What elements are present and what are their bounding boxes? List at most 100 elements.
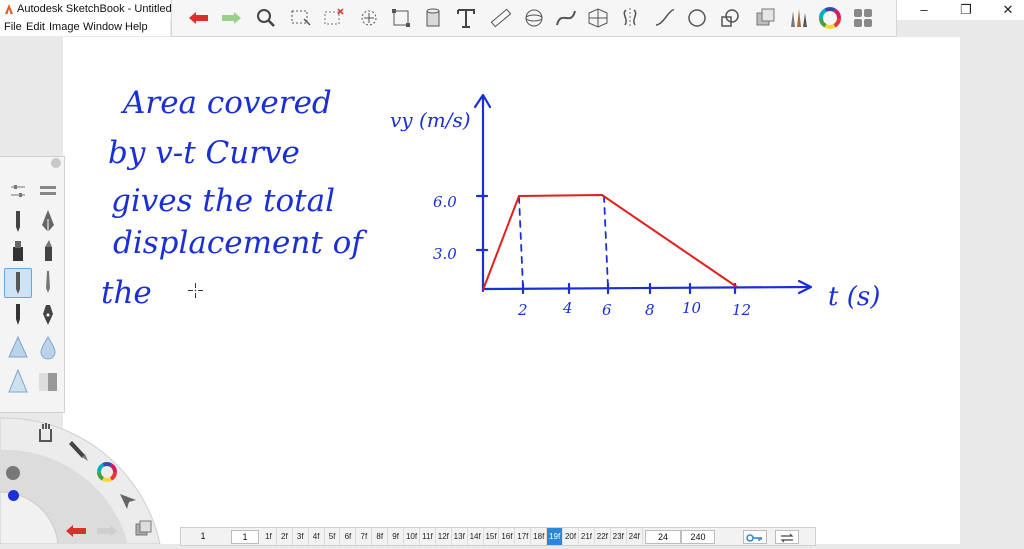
animation-timeline: 1 1 1f 2f 3f 4f 5f 6f 7f 8f 9f 10f 11f 12f 13f 14f 15f… [180,527,816,546]
curve-icon[interactable] [652,5,678,31]
shape-icon[interactable] [717,5,743,31]
y-tick-label-3: 3.0 [433,245,457,263]
timeline-frame-3f[interactable]: 3f [293,528,309,545]
hand-tool-icon[interactable] [36,421,56,445]
fine-pen-brush-icon[interactable] [35,268,61,296]
color-puck-icon[interactable] [96,461,118,483]
timeline-frame-19f[interactable]: 19f [547,528,564,545]
timeline-frame-1f[interactable]: 1f [261,528,277,545]
timeline-frame-6f[interactable]: 6f [341,528,357,545]
ink-pen-brush-icon[interactable] [35,207,61,235]
lagoon-undo-icon[interactable] [64,520,88,542]
nib-pen-brush-icon[interactable] [35,300,61,328]
fps-field[interactable]: 24 [645,530,681,544]
select-icon[interactable] [288,5,314,31]
select-arrow-icon[interactable] [117,489,139,511]
timeline-frame-4f[interactable]: 4f [309,528,325,545]
chisel-marker-icon[interactable] [35,237,61,265]
x-axis-label: t (s) [828,282,880,312]
note-line-5: the [101,275,152,311]
ballpoint-pen-brush-icon[interactable] [4,268,32,298]
menu-help[interactable]: Help [125,21,148,33]
menu-window[interactable]: Window [83,21,122,33]
timeline-frame-13f[interactable]: 13f [452,528,468,545]
timeline-frame-11f[interactable]: 11f [420,528,436,545]
crop-icon[interactable] [320,5,346,31]
x-tick-label-10: 10 [682,299,702,317]
timeline-frame-20f[interactable]: 20f [563,528,579,545]
lagoon-layers-icon[interactable] [133,518,155,540]
timeline-frame-5f[interactable]: 5f [325,528,341,545]
perspective-icon[interactable] [585,5,611,31]
total-frames-field[interactable]: 240 [681,530,715,544]
redo-icon[interactable] [218,5,244,31]
timeline-frame-8f[interactable]: 8f [372,528,389,545]
x-tick-label-6: 6 [602,301,612,319]
timeline-frame-16f[interactable]: 16f [500,528,516,545]
timeline-frame-18f[interactable]: 18f [531,528,548,545]
smudge-brush-icon[interactable] [35,333,61,361]
x-axis [481,285,811,291]
x-tick-label-8: 8 [645,301,655,319]
lagoon-redo-icon[interactable] [95,520,119,542]
undo-icon[interactable] [186,5,212,31]
window-title: Autodesk SketchBook - Untitled @ 2 [17,3,196,15]
start-frame-field[interactable]: 1 [231,530,259,544]
timeline-frame-9f[interactable]: 9f [388,528,405,545]
distort-icon[interactable] [388,5,414,31]
main-toolbar [171,0,897,37]
start-frame-label: 1 [200,531,206,541]
velocity-curve [482,194,738,291]
brush-size-puck-icon[interactable] [6,466,20,480]
x-tick-label-2: 2 [517,301,528,319]
drop-line-t6 [603,195,609,288]
timeline-frame-12f[interactable]: 12f [436,528,452,545]
timeline-frame-24f[interactable]: 24f [627,528,643,545]
menu-image[interactable]: Image [49,21,80,33]
timeline-frame-7f[interactable]: 7f [356,528,373,545]
bucket-icon[interactable] [420,5,446,31]
ellipse-icon[interactable] [684,5,710,31]
ruler-icon[interactable] [488,5,514,31]
palette-close-icon[interactable] [51,158,61,168]
x-tick-label-4: 4 [562,299,573,317]
timeline-frame-17f[interactable]: 17f [515,528,532,545]
loop-icon[interactable] [775,530,799,544]
brush-tool-lagoon-icon[interactable] [67,437,91,463]
restore-button[interactable]: ❐ [952,1,980,19]
layers-icon[interactable] [753,5,779,31]
note-line-3: gives the total [111,183,335,219]
felt-pen-brush-icon[interactable] [5,300,31,328]
timeline-frame-21f[interactable]: 21f [579,528,595,545]
french-curve-icon[interactable] [553,5,579,31]
airbrush-icon[interactable] [5,333,31,361]
timeline-frame-14f[interactable]: 14f [468,528,484,545]
timeline-frame-2f[interactable]: 2f [277,528,293,545]
brush-properties-icon[interactable] [5,177,31,205]
current-color-swatch[interactable] [8,490,19,501]
copic-library-icon[interactable] [850,5,876,31]
minimize-button[interactable]: – [910,1,938,19]
blur-brush-icon[interactable] [5,367,31,395]
timeline-frame-15f[interactable]: 15f [484,528,500,545]
key-icon[interactable] [743,530,767,544]
timeline-frame-23f[interactable]: 23f [611,528,627,545]
transform-icon[interactable] [356,5,382,31]
symmetry-icon[interactable] [617,5,643,31]
brush-library-icon[interactable] [35,177,61,205]
text-icon[interactable] [453,5,479,31]
sketchbook-logo-icon [5,4,13,14]
menu-file[interactable]: File [4,21,22,33]
ellipse-guide-icon[interactable] [521,5,547,31]
zoom-icon[interactable] [253,5,279,31]
timeline-frame-22f[interactable]: 22f [595,528,611,545]
eraser-brush-icon[interactable] [35,367,61,395]
brushes-icon[interactable] [785,5,811,31]
y-axis-label: vy (m/s) [390,108,471,132]
marker-brush-icon[interactable] [5,237,31,265]
menu-edit[interactable]: Edit [26,21,45,33]
pencil-brush-icon[interactable] [5,207,31,235]
close-button[interactable]: ✕ [994,1,1022,19]
timeline-frame-10f[interactable]: 10f [404,528,420,545]
color-wheel-icon[interactable] [817,5,843,31]
